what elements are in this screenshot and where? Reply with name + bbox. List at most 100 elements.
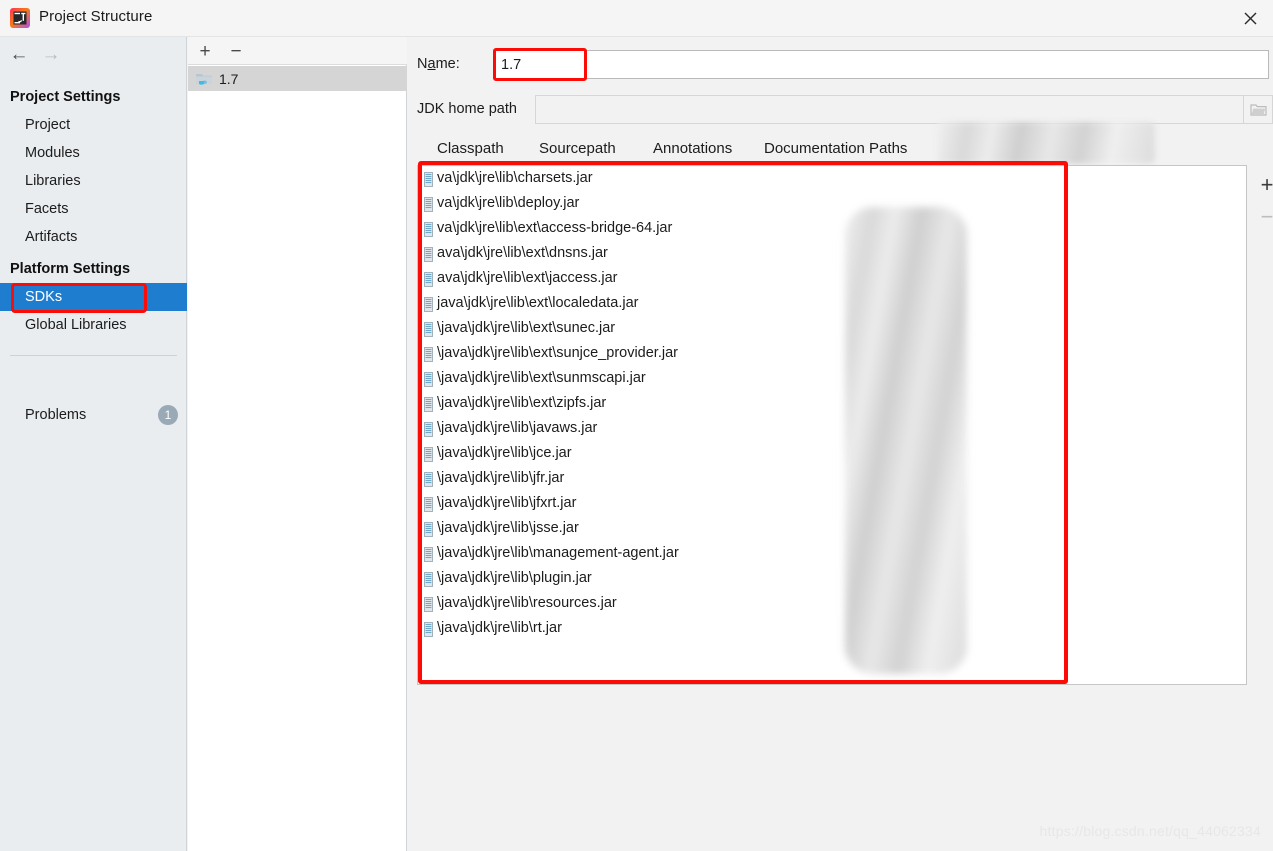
- classpath-row-label: java\jdk\jre\lib\ext\localedata.jar: [437, 295, 639, 311]
- classpath-row[interactable]: \java\jdk\jre\lib\resources.jar: [418, 591, 1246, 616]
- watermark-text: https://blog.csdn.net/qq_44062334: [1039, 823, 1261, 839]
- classpath-row-label: \java\jdk\jre\lib\jfxrt.jar: [437, 495, 577, 511]
- classpath-row[interactable]: java\jdk\jre\lib\ext\localedata.jar: [418, 291, 1246, 316]
- classpath-row-label: \java\jdk\jre\lib\jsse.jar: [437, 520, 579, 536]
- sidebar-item-modules[interactable]: Modules: [0, 139, 187, 167]
- tab-annotations[interactable]: Annotations: [653, 137, 732, 163]
- problems-count-badge: 1: [158, 405, 178, 425]
- jar-file-icon: [424, 571, 433, 587]
- sdk-detail-pane: Name: JDK home path Classpath Sourcepath…: [407, 37, 1273, 851]
- classpath-row-label: \java\jdk\jre\lib\javaws.jar: [437, 420, 598, 436]
- jdk-home-path-input[interactable]: [535, 95, 1249, 124]
- classpath-row[interactable]: \java\jdk\jre\lib\ext\sunjce_provider.ja…: [418, 341, 1246, 366]
- jar-file-icon: [424, 596, 433, 612]
- classpath-row-label: \java\jdk\jre\lib\jfr.jar: [437, 470, 565, 486]
- group-title-project-settings: Project Settings: [10, 89, 121, 105]
- folder-open-icon[interactable]: [1243, 95, 1273, 124]
- jar-file-icon: [424, 621, 433, 637]
- tab-documentation-paths[interactable]: Documentation Paths: [764, 137, 907, 163]
- classpath-row[interactable]: va\jdk\jre\lib\charsets.jar: [418, 166, 1246, 191]
- forward-arrow-icon[interactable]: →: [38, 44, 64, 64]
- classpath-row[interactable]: \java\jdk\jre\lib\management-agent.jar: [418, 541, 1246, 566]
- classpath-row[interactable]: \java\jdk\jre\lib\rt.jar: [418, 616, 1246, 641]
- classpath-row-label: ava\jdk\jre\lib\ext\jaccess.jar: [437, 270, 618, 286]
- jar-file-icon: [424, 496, 433, 512]
- jar-file-icon: [424, 296, 433, 312]
- sdk-name-input[interactable]: [495, 50, 1269, 79]
- classpath-row-label: \java\jdk\jre\lib\ext\sunec.jar: [437, 320, 616, 336]
- sidebar-item-artifacts[interactable]: Artifacts: [0, 223, 187, 251]
- sidebar-divider: [10, 355, 177, 356]
- remove-sdk-button[interactable]: −: [226, 41, 246, 61]
- classpath-row[interactable]: ava\jdk\jre\lib\ext\dnsns.jar: [418, 241, 1246, 266]
- settings-sidebar: ← → Project Settings Project Modules Lib…: [0, 37, 187, 851]
- jar-file-icon: [424, 171, 433, 187]
- sidebar-item-libraries[interactable]: Libraries: [0, 167, 187, 195]
- close-icon[interactable]: [1227, 0, 1273, 37]
- classpath-row[interactable]: \java\jdk\jre\lib\plugin.jar: [418, 566, 1246, 591]
- classpath-row-label: \java\jdk\jre\lib\ext\zipfs.jar: [437, 395, 607, 411]
- sdk-list-item-1-7[interactable]: 1.7: [188, 66, 407, 91]
- classpath-row[interactable]: ava\jdk\jre\lib\ext\jaccess.jar: [418, 266, 1246, 291]
- classpath-row[interactable]: \java\jdk\jre\lib\ext\zipfs.jar: [418, 391, 1246, 416]
- detail-tabs: Classpath Sourcepath Annotations Documen…: [417, 137, 1273, 163]
- back-arrow-icon[interactable]: ←: [6, 44, 32, 64]
- jdk-home-path-label: JDK home path: [417, 101, 517, 117]
- tab-classpath[interactable]: Classpath: [437, 137, 504, 163]
- jar-file-icon: [424, 221, 433, 237]
- sdk-list-toolbar: + −: [188, 37, 407, 65]
- project-structure-dialog: Project Structure ← → Project Settings P…: [0, 0, 1273, 851]
- group-platform-settings: Platform Settings SDKs Global Libraries: [0, 255, 187, 339]
- sidebar-item-global-libraries[interactable]: Global Libraries: [0, 311, 187, 339]
- classpath-row-label: va\jdk\jre\lib\deploy.jar: [437, 195, 580, 211]
- classpath-row[interactable]: \java\jdk\jre\lib\javaws.jar: [418, 416, 1246, 441]
- sidebar-item-problems[interactable]: Problems 1: [0, 401, 187, 429]
- classpath-row-label: \java\jdk\jre\lib\management-agent.jar: [437, 545, 679, 561]
- classpath-row-label: va\jdk\jre\lib\charsets.jar: [437, 170, 593, 186]
- classpath-row-label: \java\jdk\jre\lib\ext\sunjce_provider.ja…: [437, 345, 678, 361]
- jar-file-icon: [424, 546, 433, 562]
- classpath-row-label: va\jdk\jre\lib\ext\access-bridge-64.jar: [437, 220, 673, 236]
- classpath-row[interactable]: \java\jdk\jre\lib\jfr.jar: [418, 466, 1246, 491]
- sidebar-item-facets[interactable]: Facets: [0, 195, 187, 223]
- jar-file-icon: [424, 271, 433, 287]
- classpath-row-label: \java\jdk\jre\lib\plugin.jar: [437, 570, 592, 586]
- classpath-row-label: ava\jdk\jre\lib\ext\dnsns.jar: [437, 245, 608, 261]
- classpath-row-label: \java\jdk\jre\lib\resources.jar: [437, 595, 617, 611]
- intellij-idea-icon: [10, 8, 30, 28]
- classpath-row[interactable]: \java\jdk\jre\lib\ext\sunmscapi.jar: [418, 366, 1246, 391]
- remove-classpath-button[interactable]: −: [1257, 206, 1273, 228]
- jar-file-icon: [424, 471, 433, 487]
- sdk-list-item-label: 1.7: [219, 70, 239, 87]
- add-sdk-button[interactable]: +: [195, 41, 215, 61]
- jar-file-icon: [424, 321, 433, 337]
- classpath-row[interactable]: \java\jdk\jre\lib\jce.jar: [418, 441, 1246, 466]
- window-title: Project Structure: [39, 8, 153, 25]
- tab-sourcepath[interactable]: Sourcepath: [539, 137, 616, 163]
- sidebar-item-project[interactable]: Project: [0, 111, 187, 139]
- group-project-settings: Project Settings Project Modules Librari…: [0, 83, 187, 251]
- sdk-list-panel: + − 1.7: [188, 37, 407, 851]
- add-classpath-button[interactable]: +: [1257, 174, 1273, 196]
- classpath-row-label: \java\jdk\jre\lib\rt.jar: [437, 620, 562, 636]
- jar-file-icon: [424, 246, 433, 262]
- name-row: Name:: [417, 48, 1273, 82]
- name-label: Name:: [417, 56, 460, 72]
- jdk-folder-icon: [195, 71, 213, 87]
- name-label-mnemonic: a: [427, 56, 436, 72]
- problems-label: Problems: [25, 407, 87, 423]
- classpath-row[interactable]: va\jdk\jre\lib\deploy.jar: [418, 191, 1246, 216]
- classpath-row[interactable]: \java\jdk\jre\lib\ext\sunec.jar: [418, 316, 1246, 341]
- jdk-home-path-row: JDK home path: [417, 95, 1273, 127]
- jar-file-icon: [424, 521, 433, 537]
- sidebar-item-sdks[interactable]: SDKs: [0, 283, 187, 311]
- navigation-arrows: ← →: [0, 37, 187, 67]
- classpath-row[interactable]: va\jdk\jre\lib\ext\access-bridge-64.jar: [418, 216, 1246, 241]
- jar-file-icon: [424, 346, 433, 362]
- classpath-row[interactable]: \java\jdk\jre\lib\jsse.jar: [418, 516, 1246, 541]
- classpath-row[interactable]: \java\jdk\jre\lib\jfxrt.jar: [418, 491, 1246, 516]
- classpath-row-label: \java\jdk\jre\lib\ext\sunmscapi.jar: [437, 370, 646, 386]
- jar-file-icon: [424, 421, 433, 437]
- classpath-list[interactable]: va\jdk\jre\lib\charsets.jar va\jdk\jre\li…: [417, 165, 1247, 685]
- jar-file-icon: [424, 371, 433, 387]
